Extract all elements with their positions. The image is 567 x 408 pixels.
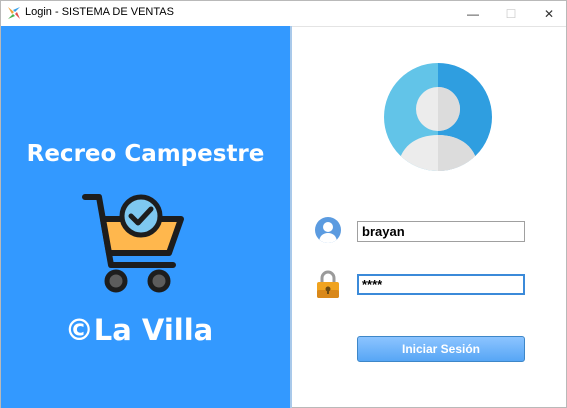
login-window: Login - SISTEMA DE VENTAS — ☐ ✕ Recreo C…: [0, 0, 567, 408]
shopping-cart-icon: [82, 194, 184, 293]
login-button-label: Iniciar Sesión: [401, 342, 481, 356]
close-button[interactable]: ✕: [530, 1, 567, 26]
title-bar[interactable]: Login - SISTEMA DE VENTAS — ☐ ✕: [1, 1, 566, 27]
username-field[interactable]: [357, 221, 525, 242]
login-button[interactable]: Iniciar Sesión: [357, 336, 525, 362]
window-title: Login - SISTEMA DE VENTAS: [25, 6, 174, 18]
user-avatar-icon: [384, 63, 492, 171]
minimize-icon: —: [467, 6, 479, 21]
close-icon: ✕: [543, 6, 555, 21]
app-icon: [8, 7, 20, 19]
password-field[interactable]: [357, 274, 525, 295]
brand-title: Recreo Campestre: [26, 141, 265, 167]
maximize-button[interactable]: ☐: [492, 1, 530, 26]
minimize-button[interactable]: —: [454, 1, 492, 26]
user-icon: [315, 217, 341, 243]
maximize-icon: ☐: [505, 6, 517, 21]
panel-divider: [290, 26, 292, 408]
brand-subtitle: ©La Villa: [64, 313, 214, 347]
padlock-icon: [317, 270, 339, 298]
